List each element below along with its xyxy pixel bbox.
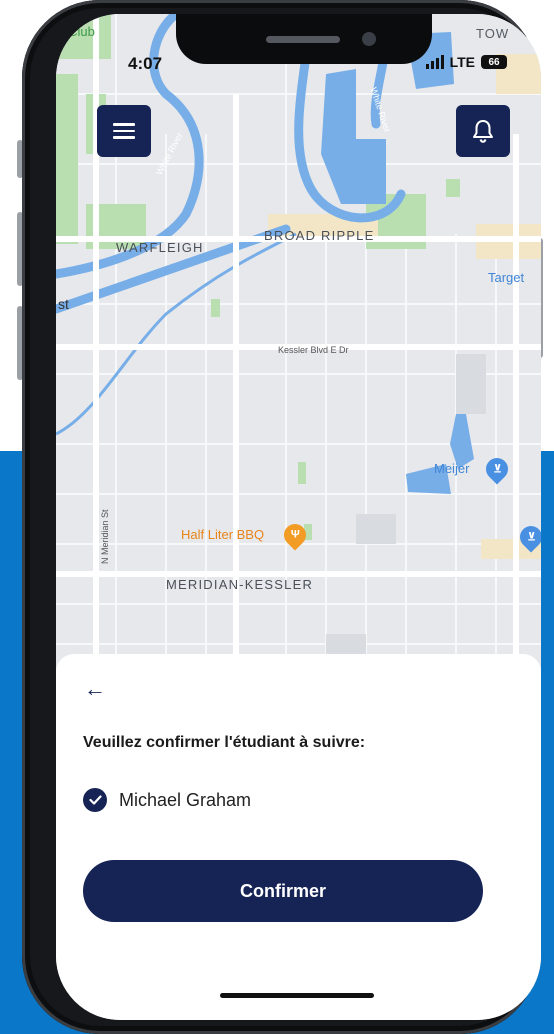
map-label-meijer[interactable]: Meijer bbox=[434, 461, 469, 476]
status-indicators: LTE 66 bbox=[425, 54, 507, 70]
notifications-button[interactable] bbox=[456, 105, 510, 157]
map-label-broad-ripple: BROAD RIPPLE bbox=[264, 228, 375, 243]
confirm-button[interactable]: Confirmer bbox=[83, 860, 483, 922]
map-label-target[interactable]: Target bbox=[488, 270, 524, 285]
front-camera bbox=[362, 32, 376, 46]
map-label-club: y Club bbox=[58, 24, 95, 39]
phone-notch bbox=[176, 14, 432, 64]
hamburger-menu-icon bbox=[113, 119, 135, 143]
student-name: Michael Graham bbox=[119, 789, 252, 810]
confirm-prompt: Veuillez confirmer l'étudiant à suivre: bbox=[83, 734, 366, 751]
phone-frame: y Club TOW st WARFLEIGH BROAD RIPPLE MER… bbox=[22, 0, 541, 1034]
map-label-half-liter-bbq[interactable]: Half Liter BBQ bbox=[181, 527, 264, 542]
map-label-meridian-st: N Meridian St bbox=[100, 509, 110, 564]
speaker-grille bbox=[266, 36, 340, 43]
home-indicator[interactable] bbox=[220, 993, 374, 998]
bell-icon bbox=[473, 120, 493, 143]
menu-button[interactable] bbox=[97, 105, 151, 157]
student-option[interactable]: Michael Graham bbox=[83, 788, 251, 812]
arrow-left-icon[interactable]: ← bbox=[84, 678, 106, 700]
map-label-town: TOW bbox=[476, 26, 510, 41]
confirm-student-sheet: ← Veuillez confirmer l'étudiant à suivre… bbox=[56, 654, 541, 1020]
battery-icon: 66 bbox=[481, 55, 507, 69]
network-type: LTE bbox=[449, 54, 475, 70]
status-time: 4:07 bbox=[128, 54, 163, 73]
phone-screen: y Club TOW st WARFLEIGH BROAD RIPPLE MER… bbox=[56, 14, 541, 1020]
map-label-meridian-kessler: MERIDIAN-KESSLER bbox=[166, 577, 314, 592]
map-label-kessler-blvd: Kessler Blvd E Dr bbox=[278, 345, 349, 355]
map-label-warfleigh: WARFLEIGH bbox=[116, 240, 204, 255]
checkmark-circle-icon[interactable] bbox=[83, 788, 107, 812]
map-label-st: st bbox=[58, 296, 69, 312]
signal-icon bbox=[425, 55, 444, 69]
